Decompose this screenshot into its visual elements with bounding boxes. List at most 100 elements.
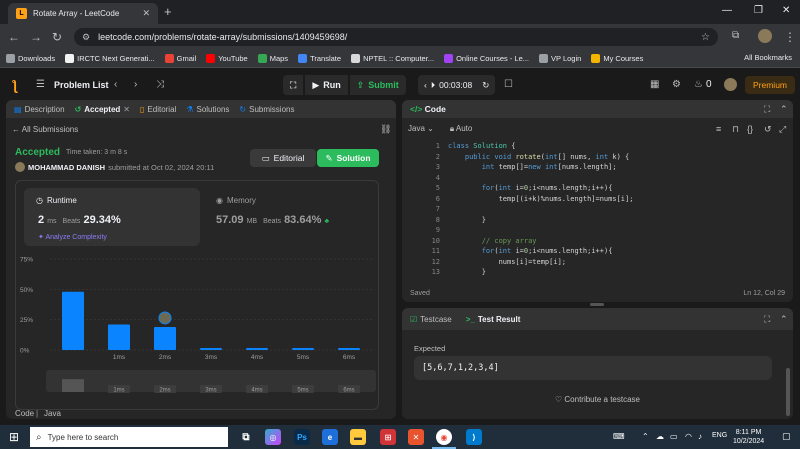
contribute-testcase-link[interactable]: ♡ Contribute a testcase (402, 395, 793, 404)
notifications-icon[interactable]: ▢ (782, 431, 791, 442)
solution-button[interactable]: ✎ Solution (317, 149, 379, 167)
collapse-timer-icon[interactable]: ‹ (424, 80, 427, 90)
streak-fire-icon[interactable]: ♨ (694, 79, 703, 90)
code-line[interactable]: 7 (402, 205, 793, 216)
bookmark-item[interactable]: Downloads (6, 54, 55, 63)
maximize-icon[interactable]: ⛶ (764, 104, 770, 115)
bookmark-star-icon[interactable]: ☆ (701, 32, 710, 43)
taskbar-search[interactable]: ⌕ Type here to search (30, 427, 228, 447)
collapse-icon[interactable]: ⌃ (780, 314, 788, 325)
collapse-icon[interactable]: ⌃ (780, 104, 788, 115)
keyboard-icon[interactable]: ⌨ (613, 432, 625, 441)
all-bookmarks-button[interactable]: All Bookmarks (744, 53, 792, 62)
bookmark-item[interactable]: Translate (298, 54, 341, 63)
new-tab-button[interactable]: + (164, 4, 172, 19)
code-line[interactable]: 2 public void rotate(int[] nums, int k) … (402, 153, 793, 164)
layout-icon[interactable]: ▦ (650, 79, 659, 90)
next-problem-icon[interactable]: › (134, 79, 137, 90)
premium-button[interactable]: Premium (745, 76, 796, 94)
bookmark-item[interactable]: Gmail (164, 54, 196, 63)
format-icon[interactable]: ≡ (716, 124, 721, 134)
code-line[interactable]: 5 for(int i=0;i<nums.length;i++){ (402, 184, 793, 195)
forward-icon[interactable]: → (30, 30, 42, 44)
leetcode-logo-icon[interactable]: ƪ (12, 77, 17, 93)
code-line[interactable]: 8 } (402, 216, 793, 227)
braces-icon[interactable]: {} (747, 124, 753, 134)
editorial-button[interactable]: ▭ Editorial (250, 149, 316, 167)
pane-resize-handle[interactable] (590, 303, 604, 306)
bookmark-item[interactable]: Maps (257, 54, 288, 63)
wifi-icon[interactable]: ◠ (685, 432, 692, 441)
problem-list-icon[interactable]: ☰ (36, 79, 45, 90)
store-icon[interactable]: ⊞ (380, 429, 396, 445)
restore-icon[interactable]: ❐ (754, 5, 763, 16)
bookmark-icon[interactable]: ⊓ (732, 124, 739, 135)
vscode-icon[interactable]: ⟩ (466, 429, 482, 445)
system-clock[interactable]: 8:11 PM 10/2/2024 (733, 428, 764, 446)
run-button[interactable]: ▶ Run (305, 75, 348, 95)
prev-problem-icon[interactable]: ‹ (114, 79, 117, 90)
windows-start-icon[interactable]: ⊞ (9, 430, 19, 444)
bookmark-item[interactable]: My Courses (591, 54, 643, 63)
minimize-icon[interactable]: — (722, 5, 732, 16)
file-explorer-icon[interactable]: ▬ (350, 429, 366, 445)
tab-accepted[interactable]: ↺ Accepted ✕ (75, 105, 130, 114)
submit-button[interactable]: ⇪ Submit (349, 75, 406, 95)
tab-solutions[interactable]: ⚗ Solutions (186, 105, 229, 114)
runtime-distribution-chart[interactable]: 75% 50% 25% 0% 1ms 2ms 3ms 4ms 5ms 6ms 1ms 2ms 3ms 4m… (16, 251, 380, 409)
edge-icon[interactable]: e (322, 429, 338, 445)
tab-testcase[interactable]: ☑ Testcase (410, 315, 452, 324)
language-indicator[interactable]: ENG (712, 432, 727, 439)
volume-icon[interactable]: ♪ (698, 432, 702, 441)
extensions-icon[interactable]: ⧉ (732, 30, 739, 41)
reset-code-icon[interactable]: ↺ (764, 124, 772, 135)
tab-description[interactable]: ▤ Description (14, 105, 65, 114)
xampp-icon[interactable]: ✕ (408, 429, 424, 445)
bookmark-item[interactable]: IRCTC Next Generati... (65, 54, 155, 63)
code-line[interactable]: 4 (402, 174, 793, 185)
all-submissions-link[interactable]: ← All Submissions (12, 125, 78, 134)
code-line[interactable]: 11 for(int i=0;i<nums.length;i++){ (402, 247, 793, 258)
battery-icon[interactable]: ▭ (670, 432, 678, 441)
analyze-complexity-link[interactable]: ✦ Analyze Complexity (38, 233, 107, 241)
site-info-icon[interactable]: ⚙ (82, 32, 90, 43)
code-line[interactable]: 9 (402, 226, 793, 237)
copilot-icon[interactable]: ◎ (265, 429, 281, 445)
back-icon[interactable]: ← (8, 30, 20, 44)
tab-editorial[interactable]: ▯ Editorial (140, 105, 176, 114)
code-editor[interactable]: 1 class Solution {2 public void rotate(in… (402, 142, 793, 282)
settings-gear-icon[interactable]: ⚙ (672, 79, 681, 90)
memory-label[interactable]: ◉ Memory (216, 196, 256, 205)
window-close-icon[interactable]: ✕ (782, 5, 790, 16)
language-select[interactable]: Java ⌄ (408, 124, 434, 134)
profile-avatar[interactable] (758, 29, 772, 43)
chrome-icon[interactable]: ◉ (436, 429, 452, 445)
browser-tab[interactable]: L Rotate Array - LeetCode ✕ (8, 3, 158, 24)
auto-mode-toggle[interactable]: 🔒︎ Auto (450, 124, 473, 134)
problem-list-link[interactable]: Problem List (54, 80, 109, 90)
share-link-icon[interactable]: ⛓ (380, 124, 391, 135)
network-icon[interactable]: ☁ (656, 432, 664, 441)
close-tab-icon[interactable]: ✕ (123, 105, 130, 114)
close-tab-icon[interactable]: ✕ (142, 8, 150, 19)
scrollbar[interactable] (786, 368, 790, 416)
bookmark-item[interactable]: VP Login (539, 54, 581, 63)
code-line[interactable]: 3 int temp[]=new int[nums.length]; (402, 163, 793, 174)
fullscreen-icon[interactable]: ⤢ (779, 124, 786, 135)
code-line[interactable]: 1 class Solution { (402, 142, 793, 153)
debug-button[interactable]: ⛶ (283, 75, 304, 95)
menu-kebab-icon[interactable]: ⋮ (784, 30, 796, 44)
tray-expand-icon[interactable]: ⌃ (642, 432, 649, 441)
maximize-icon[interactable]: ⛶ (764, 314, 770, 325)
task-view-icon[interactable]: ⧉ (238, 429, 254, 445)
photoshop-icon[interactable]: Ps (294, 429, 310, 445)
reset-timer-icon[interactable]: ↻ (482, 80, 489, 91)
reload-icon[interactable]: ↻ (52, 30, 62, 44)
tab-test-result[interactable]: >_ Test Result (466, 315, 521, 324)
code-line[interactable]: 13 } (402, 268, 793, 279)
code-line[interactable]: 10 // copy array (402, 237, 793, 248)
shuffle-icon[interactable]: ⤨ (156, 79, 164, 90)
bookmark-item[interactable]: Online Courses - Le... (444, 54, 529, 63)
timer[interactable]: ‹ ⏵ 00:03:08 ↻ (418, 75, 496, 95)
tab-submissions[interactable]: ↻ Submissions (239, 105, 294, 114)
